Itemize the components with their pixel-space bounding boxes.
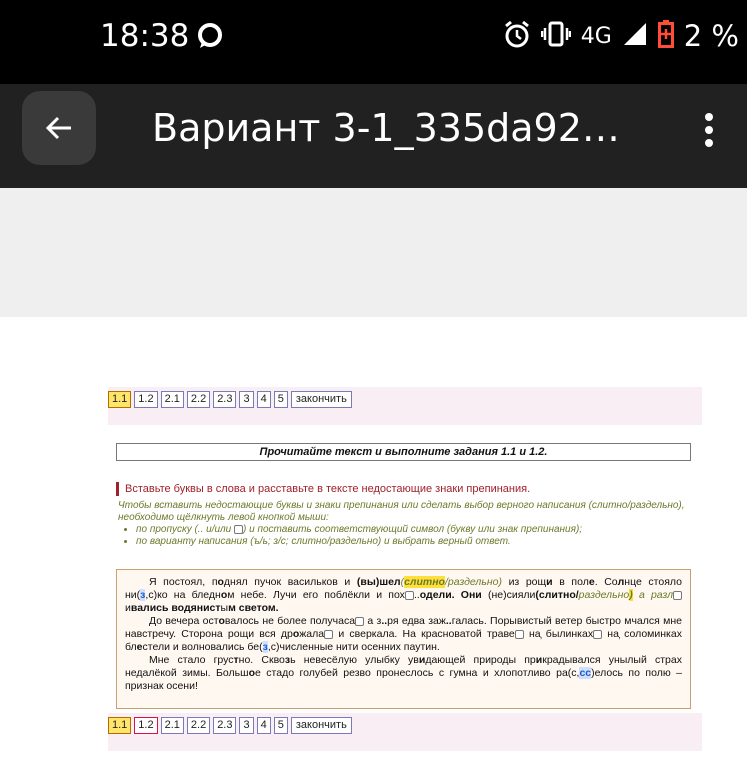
task-instructions: Чтобы вставить недостающие буквы и знаки… [118,500,698,548]
gap-box[interactable] [673,590,682,600]
nav-task-5[interactable]: 5 [273,717,288,734]
nav-task-1-1[interactable]: 1.1 [108,391,132,408]
document-page: 1.1 1.2 2.1 2.2 2.3 3 4 5 закончить Проч… [0,317,747,763]
instruction-heading: Прочитайте текст и выполните задания 1.1… [116,443,691,461]
alarm-icon [503,19,531,54]
task-title: Вставьте буквы в слова и расставьте в те… [116,482,530,496]
nav-task-2-1[interactable]: 2.1 [160,717,184,734]
choice-option[interactable]: слитно [404,576,445,588]
gap-sample [234,524,244,534]
toolbar-area [0,188,747,317]
network-type: 4G [580,23,612,49]
gap-box[interactable] [324,629,334,639]
paragraph-2: До вечера остовалось не более получаса а… [125,615,682,653]
paragraph-1: Я постоял, поднял пучок васильков и (вы)… [125,576,682,614]
status-icons: 4G 2 % [503,16,739,56]
gap-box[interactable]: , [514,629,542,639]
nav-task-2-3[interactable]: 2.3 [213,391,237,408]
nav-task-5[interactable]: 5 [273,391,288,408]
paragraph-3: Мне стало грустно. Сквозь невесёлую улыб… [125,654,682,692]
battery-percent: 2 % [683,19,739,53]
instruction-item-1: по пропуску (.. и/или ) и поставить соот… [136,524,698,536]
back-button[interactable] [22,91,96,165]
nav-task-3[interactable]: 3 [239,391,254,408]
choice-word[interactable]: (вы)шел [357,576,401,588]
chat-bubble-icon [196,22,224,50]
arrow-left-icon [45,116,71,140]
nav-task-2-2[interactable]: 2.2 [186,717,211,734]
gap-box[interactable] [404,590,414,600]
task-nav-bottom: 1.1 1.2 2.1 2.2 2.3 3 4 5 закончить [108,713,702,751]
task-nav-top: 1.1 1.2 2.1 2.2 2.3 3 4 5 закончить [108,387,702,425]
nav-task-1-2[interactable]: 1.2 [134,717,158,734]
battery-low-icon [657,19,674,53]
nav-task-1-1[interactable]: 1.1 [108,717,132,734]
app-bar: Вариант 3-1_335da92… [0,84,747,188]
nav-task-4[interactable]: 4 [256,391,271,408]
choice-option[interactable]: сс [579,667,592,679]
finish-button[interactable]: закончить [290,391,352,408]
nav-task-2-3[interactable]: 2.3 [213,717,237,734]
more-options-button[interactable] [689,106,729,154]
instructions-intro: Чтобы вставить недостающие буквы и знаки… [118,500,685,523]
finish-button[interactable]: закончить [290,717,352,734]
gap-box[interactable]: , [593,629,621,639]
choice-word[interactable]: (слитно/ [535,589,578,601]
nav-task-3[interactable]: 3 [239,717,254,734]
vibrate-icon [540,21,571,52]
gap-box[interactable] [355,616,365,626]
status-bar: 18:38 4G 2 % [0,0,747,84]
status-time: 18:38 [100,18,190,54]
exercise-text: Я постоял, поднял пучок васильков и (вы)… [116,569,691,709]
nav-task-2-1[interactable]: 2.1 [160,391,184,408]
nav-task-1-2[interactable]: 1.2 [134,391,158,408]
instruction-item-2: по варианту написания (ъ/ь; з/с; слитно/… [136,536,698,548]
nav-task-2-2[interactable]: 2.2 [186,391,211,408]
signal-icon [622,21,648,52]
document-title: Вариант 3-1_335da92… [152,106,620,150]
more-vert-icon [705,113,713,147]
nav-task-4[interactable]: 4 [256,717,271,734]
